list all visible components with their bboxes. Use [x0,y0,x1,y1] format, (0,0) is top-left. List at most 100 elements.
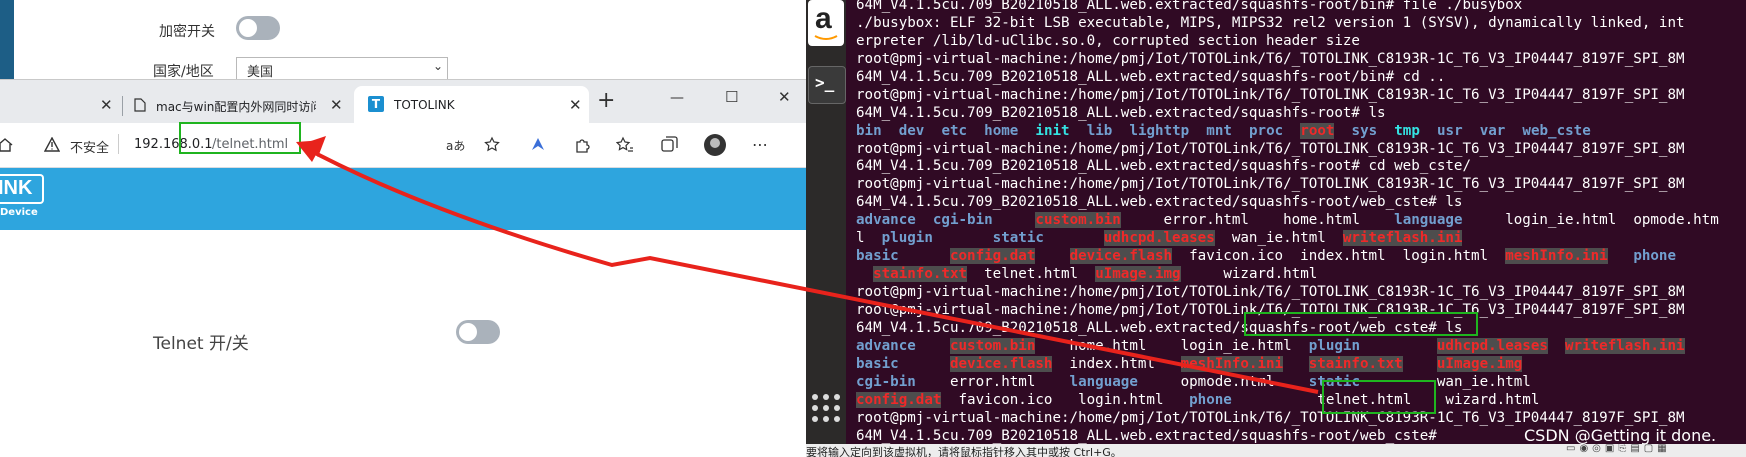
terminal-launcher[interactable]: >_ [808,66,846,104]
show-apps-icon[interactable] [810,392,842,424]
terminal-line: root@pmj-virtual-machine:/home/pmj/Iot/T… [856,51,1736,69]
toggle-knob [239,19,257,37]
terminal-text: ./busybox: ELF 32-bit LSB executable, MI… [856,14,1685,31]
encrypt-toggle[interactable] [236,16,280,40]
terminal-line: root@pmj-virtual-machine:/home/pmj/Iot/T… [856,410,1736,428]
terminal-text: language [1069,373,1138,390]
security-label: 不安全 [70,141,110,156]
terminal-text: dev [898,122,925,139]
toggle-knob [459,323,477,341]
amazon-smile-icon [814,35,838,40]
terminal-text: writeflash.ini [1565,337,1685,354]
region-select[interactable]: 美国 ⌄ [236,57,448,81]
logo-text: INK [0,177,33,199]
terminal-text: tmp [1394,122,1420,139]
telnet-file-highlight-box [1322,380,1436,414]
terminal-text: lighttp [1129,122,1190,139]
extension-icon[interactable] [530,136,546,152]
terminal-text: phone [1633,248,1677,265]
telnet-toggle[interactable] [456,320,500,344]
terminal-text: static [992,230,1044,247]
vm-status-bar: 要将输入定向到该虚拟机，请将鼠标指针移入其中或按 Ctrl+G。 ▭◉◎▣⎘▤▢… [806,444,1746,457]
home-icon[interactable] [0,137,13,153]
close-window-button[interactable]: ✕ [778,88,791,106]
profile-avatar[interactable] [704,134,726,156]
terminal-line: 64M_V4.1.5cu.709_B20210518_ALL.web.extra… [856,194,1736,212]
terminal-text: root@pmj-virtual-machine:/home/pmj/Iot/T… [856,284,1685,300]
terminal-line: 64M_V4.1.5cu.709_B20210518_ALL.web.extra… [856,0,1736,15]
ubuntu-dock: a >_ [806,0,846,444]
address-toolbar: 不安全 192.168.0.1 /telnet.html aあ ⋯ [0,123,806,168]
terminal-line: advance custom.bin home.html login_ie.ht… [856,337,1736,356]
terminal-text: root@pmj-virtual-machine:/home/pmj/Iot/T… [856,409,1685,426]
terminal-line: root@pmj-virtual-machine:/home/pmj/Iot/T… [856,141,1736,159]
close-icon[interactable]: ✕ [569,96,582,114]
terminal-text: device.flash [1069,248,1173,265]
terminal-text: 64M_V4.1.5cu.709_B20210518_ALL.web.extra… [856,158,1471,175]
terminal-text: config.dat [856,391,942,408]
terminal-text: usr [1436,122,1463,139]
tab-1[interactable]: ✕ [0,86,120,124]
close-icon[interactable]: ✕ [330,96,343,114]
terminal-text: login_ie.html opmode.htm [1462,212,1719,229]
terminal-text: lib [1086,122,1113,139]
terminal-text: erpreter /lib/ld-uClibc.so.0, corrupted … [856,32,1360,49]
csdn-watermark: CSDN @Getting it done. [1524,426,1717,445]
terminal-text: var [1479,122,1506,139]
read-aloud-icon[interactable]: aあ [446,137,465,154]
tab-3-active[interactable]: T TOTOLINK ✕ [354,86,589,124]
terminal-line: root@pmj-virtual-machine:/home/pmj/Iot/T… [856,87,1736,105]
amazon-launcher[interactable]: a [808,0,844,46]
new-tab-button[interactable]: + [597,88,615,113]
page-content: Telnet 开/关 [0,230,806,457]
document-icon [134,98,146,112]
terminal-line: stainfo.txt telnet.html uImage.img wizar… [856,266,1736,284]
terminal-line: l plugin static udhcpd.leases wan_ie.htm… [856,230,1736,248]
encrypt-label: 加密开关 [159,24,215,40]
terminal-text: error.html [915,373,1070,390]
terminal-text: 64M_V4.1.5cu.709_B20210518_ALL.web.extra… [856,68,1446,85]
warning-icon [44,137,60,152]
close-icon[interactable]: ✕ [100,96,113,114]
favorites-icon[interactable] [616,136,634,154]
terminal-text: cgi-bin [856,373,916,390]
add-favorite-icon[interactable] [484,136,502,154]
collections-icon[interactable] [660,136,678,154]
terminal-line: bin dev etc home init lib lighttp mnt pr… [856,122,1736,141]
tab-bar: ✕ mac与win配置内外网同时访问 ✕ T TOTOLINK ✕ + — ☐ … [0,79,806,124]
puzzle-icon[interactable] [574,136,592,154]
totolink-header-banner: INK Device [0,168,806,230]
region-label: 国家/地区 [153,64,214,80]
region-select-value: 美国 [247,65,274,80]
terminal-text: bin [856,122,882,139]
terminal-text: l [856,230,882,247]
terminal-text: telnet.html [967,266,1096,283]
terminal-line: advance cgi-bin custom.bin error.html ho… [856,212,1736,230]
terminal-text: opmode.html [1137,373,1309,390]
terminal-text: 64M_V4.1.5cu.709_B20210518_ALL.web.extra… [856,427,1446,444]
more-options-icon[interactable]: ⋯ [752,135,769,154]
maximize-button[interactable]: ☐ [725,88,738,106]
terminal-text: 64M_V4.1.5cu.709_B20210518_ALL.web.extra… [856,194,1463,211]
terminal-text: cgi-bin [932,212,993,229]
terminal-text: basic [856,355,899,372]
minimize-button[interactable]: — [670,90,684,106]
tab-2[interactable]: mac与win配置内外网同时访问 ✕ [124,86,350,124]
terminal-text: language [1394,212,1463,229]
